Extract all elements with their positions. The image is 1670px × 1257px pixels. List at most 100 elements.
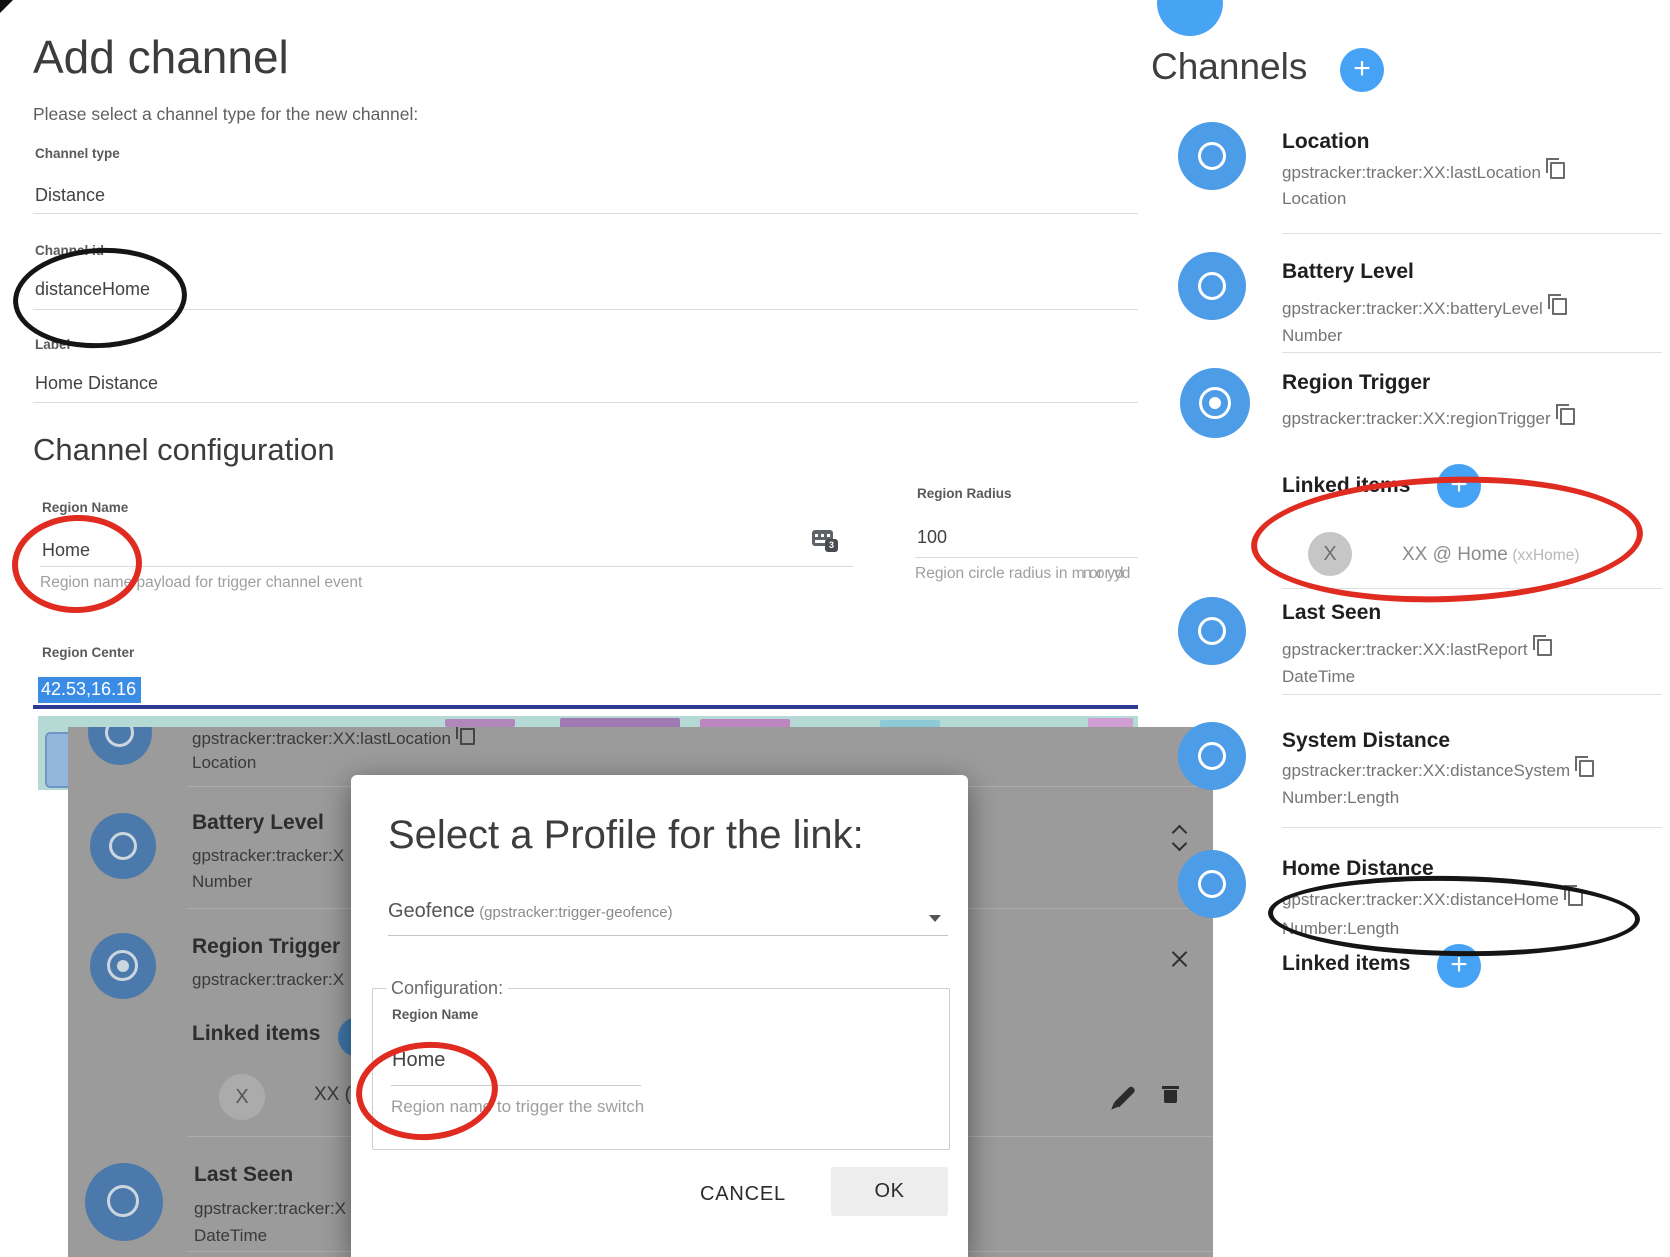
add-channel-plus-icon[interactable]: + — [1340, 48, 1384, 92]
autofill-badge-icon[interactable]: 3 — [812, 530, 833, 546]
channel-state-icon — [1178, 722, 1246, 790]
label-input[interactable]: Home Distance — [35, 373, 158, 394]
dot-icon — [1209, 397, 1221, 409]
channel-state-icon — [1180, 368, 1250, 438]
channel-state-icon — [1178, 122, 1246, 190]
page-subtitle: Please select a channel type for the new… — [33, 104, 418, 125]
divider — [1282, 827, 1662, 828]
copy-icon[interactable] — [1552, 298, 1567, 315]
channel-uid: gpstracker:tracker:XX:lastReport — [1282, 639, 1552, 660]
dialog-title: Select a Profile for the link: — [388, 813, 864, 858]
fieldset-legend: Configuration: — [386, 978, 508, 999]
channel-uid: gpstracker:tracker:XX:lastLocation — [192, 728, 475, 749]
channel-uid: gpstracker:tracker:XX:distanceSystem — [1282, 760, 1594, 781]
copy-icon[interactable] — [1560, 408, 1575, 425]
circle-icon — [107, 1185, 139, 1217]
channel-title: Region Trigger — [192, 935, 340, 959]
channel-type-label: Channel type — [35, 146, 120, 161]
channel-state-icon — [90, 813, 156, 879]
channel-type: Number — [1282, 326, 1342, 346]
channel-state-icon — [1178, 597, 1246, 665]
region-center-focus-underline — [33, 705, 1138, 709]
item-avatar: X — [219, 1074, 265, 1120]
channel-state-icon — [1178, 252, 1246, 320]
profile-dialog: Select a Profile for the link: Geofence … — [351, 775, 968, 1257]
copy-icon[interactable] — [1550, 162, 1565, 179]
autofill-count-badge: 3 — [825, 539, 838, 552]
profile-select-underline — [388, 935, 948, 936]
divider — [1282, 694, 1662, 695]
delete-icon[interactable] — [1162, 1086, 1179, 1102]
region-radius-underline — [915, 557, 1138, 558]
channel-uid: gpstracker:tracker:X — [194, 1199, 346, 1219]
circle-icon — [1198, 742, 1226, 770]
divider — [1282, 352, 1662, 353]
copy-icon[interactable] — [460, 728, 475, 745]
autofill-dots — [815, 534, 830, 537]
channel-title: System Distance — [1282, 729, 1450, 753]
channel-type: DateTime — [194, 1226, 267, 1246]
annotation-ellipse-red-region-name — [10, 513, 143, 615]
region-radius-label: Region Radius — [917, 486, 1012, 501]
linked-items-header: Linked items — [1282, 952, 1410, 976]
channel-type: Number — [192, 872, 252, 892]
circle-icon — [1198, 272, 1226, 300]
cancel-button[interactable]: CANCEL — [683, 1173, 803, 1215]
config-heading: Channel configuration — [33, 432, 335, 468]
divider — [1282, 233, 1662, 234]
page-title: Add channel — [33, 30, 289, 84]
dot-icon — [117, 960, 129, 972]
unfold-more-icon[interactable] — [1172, 825, 1188, 851]
profile-value: Geofence — [388, 900, 475, 922]
region-center-input[interactable]: 42.53,16.16 — [38, 677, 141, 703]
circle-icon — [109, 832, 137, 860]
copy-icon[interactable] — [1537, 639, 1552, 656]
corner-artifact — [0, 0, 13, 13]
text-fragment-artifact: n or yd — [1083, 565, 1130, 583]
screenshot-root: Add channel Please select a channel type… — [0, 0, 1670, 1257]
region-name-underline — [40, 566, 853, 567]
channel-type: DateTime — [1282, 667, 1355, 687]
channel-state-icon — [88, 727, 152, 765]
region-radius-input[interactable]: 100 — [917, 527, 947, 548]
edit-icon[interactable] — [1114, 1086, 1136, 1108]
channel-type-select[interactable]: Distance — [35, 185, 105, 206]
channel-title: Last Seen — [194, 1163, 293, 1187]
channel-type: Location — [1282, 189, 1346, 209]
channel-title: Region Trigger — [1282, 371, 1430, 395]
channels-heading: Channels — [1151, 46, 1307, 88]
region-center-label: Region Center — [42, 645, 134, 660]
circle-icon — [105, 727, 134, 747]
channel-type: Number:Length — [1282, 788, 1399, 808]
label-underline — [33, 402, 1138, 403]
dialog-region-name-label: Region Name — [392, 1007, 478, 1022]
channel-title: Battery Level — [1282, 260, 1414, 284]
map-artifact — [445, 719, 515, 727]
region-name-label: Region Name — [42, 500, 128, 515]
channel-uid: gpstracker:tracker:X — [192, 970, 344, 990]
channel-title: Battery Level — [192, 811, 324, 835]
linked-items-header: Linked items — [192, 1022, 320, 1046]
channel-id-underline — [33, 309, 1138, 310]
channel-state-icon — [1178, 850, 1246, 918]
channel-uid: gpstracker:tracker:XX:lastLocation — [1282, 162, 1565, 183]
channel-title: Last Seen — [1282, 601, 1381, 625]
channel-uid: gpstracker:tracker:X — [192, 846, 344, 866]
channel-state-icon — [85, 1163, 163, 1241]
channel-uid: gpstracker:tracker:XX:regionTrigger — [1282, 408, 1575, 429]
profile-select[interactable]: Geofence (gpstracker:trigger-geofence) — [388, 900, 673, 923]
circle-icon — [1198, 870, 1226, 898]
channel-uid: gpstracker:tracker:XX:batteryLevel — [1282, 298, 1567, 319]
channel-state-icon — [90, 933, 156, 999]
ok-button[interactable]: OK — [831, 1167, 948, 1216]
unfold-less-icon[interactable] — [1172, 945, 1188, 971]
channel-type: Location — [192, 753, 256, 773]
dropdown-arrow-icon[interactable] — [929, 915, 941, 922]
copy-icon[interactable] — [1579, 760, 1594, 777]
channel-title: Location — [1282, 130, 1370, 154]
circle-icon — [1198, 617, 1226, 645]
profile-uid: (gpstracker:trigger-geofence) — [479, 904, 672, 921]
channel-type-underline — [33, 213, 1138, 214]
linked-item-label: XX ( — [314, 1084, 351, 1106]
circle-icon — [1198, 142, 1226, 170]
